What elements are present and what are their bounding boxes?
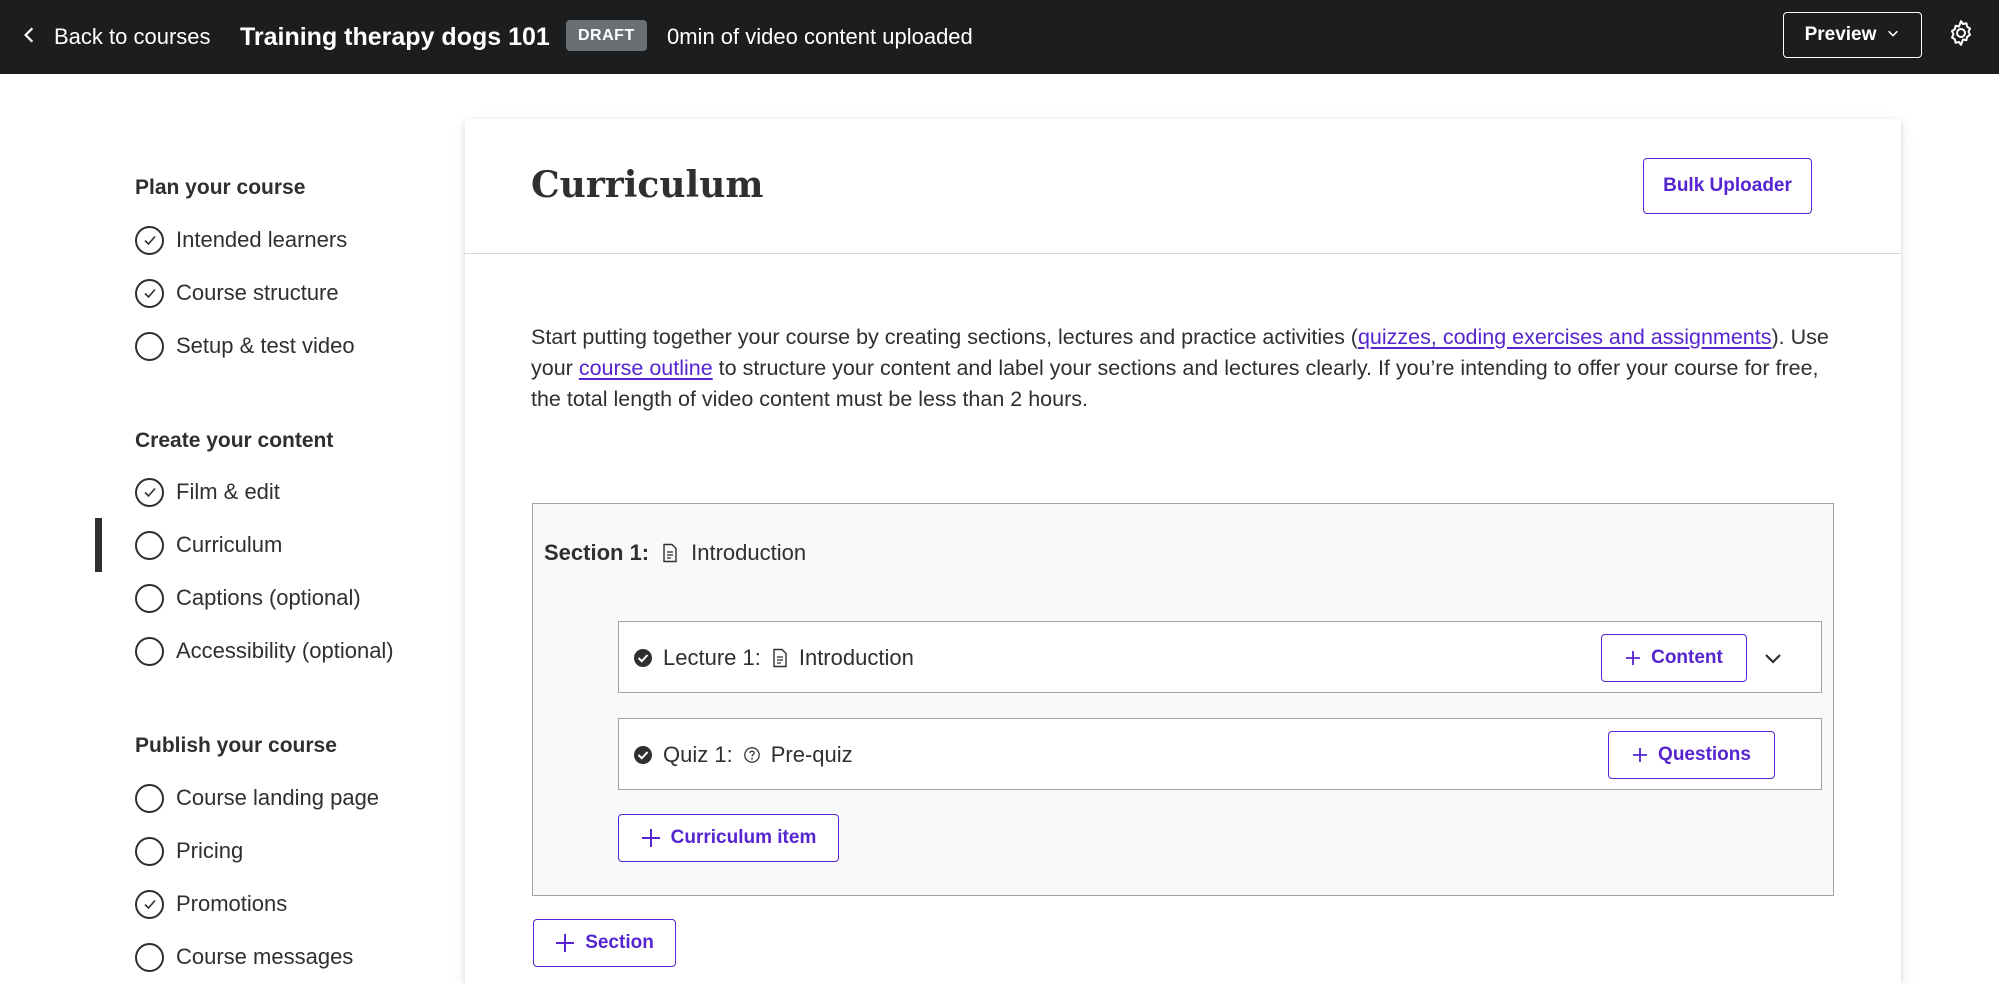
- sidebar-heading-publish: Publish your course: [135, 734, 337, 757]
- sidebar-item-label: Setup & test video: [176, 333, 355, 358]
- sidebar: Plan your course Intended learners Cours…: [0, 74, 460, 983]
- quiz-prefix: Quiz 1:: [663, 742, 733, 767]
- quizzes-link[interactable]: quizzes, coding exercises and assignment…: [1358, 325, 1772, 349]
- sidebar-item-course-structure[interactable]: Course structure: [135, 277, 339, 309]
- gear-icon[interactable]: [1946, 18, 1976, 48]
- empty-circle-icon: [135, 331, 164, 361]
- check-filled-icon: [634, 746, 652, 764]
- sidebar-item-label: Captions (optional): [176, 585, 361, 610]
- course-outline-link[interactable]: course outline: [579, 356, 713, 380]
- sidebar-item-label: Promotions: [176, 891, 288, 916]
- sidebar-item-landing-page[interactable]: Course landing page: [135, 782, 379, 814]
- course-title: Training therapy dogs 101: [240, 23, 550, 51]
- add-section-button[interactable]: Section: [533, 919, 676, 967]
- chevron-left-icon: [20, 24, 38, 50]
- empty-circle-icon: [135, 583, 164, 613]
- lecture-prefix: Lecture 1:: [663, 645, 761, 670]
- preview-button[interactable]: Preview: [1783, 12, 1922, 58]
- intro-text: Start putting together your course by cr…: [531, 322, 1831, 415]
- plus-icon: [556, 934, 575, 952]
- plus-icon: [1633, 748, 1648, 762]
- plus-icon: [641, 829, 660, 847]
- empty-circle-icon: [135, 836, 164, 866]
- check-circle-icon: [135, 889, 164, 919]
- sidebar-item-captions[interactable]: Captions (optional): [135, 582, 361, 614]
- intro-part3: to structure your content and label your…: [531, 356, 1819, 411]
- content-label: Content: [1651, 647, 1723, 668]
- lecture-label: Lecture 1: Introduction: [633, 642, 914, 674]
- quiz-row[interactable]: Quiz 1: Pre-quiz Questions: [618, 718, 1822, 790]
- chevron-down-icon[interactable]: [1761, 646, 1785, 670]
- sidebar-item-accessibility[interactable]: Accessibility (optional): [135, 635, 394, 667]
- lecture-row[interactable]: Lecture 1: Introduction Content: [618, 621, 1822, 693]
- sidebar-item-film-edit[interactable]: Film & edit: [135, 476, 280, 508]
- section-1: Section 1: Introduction Lecture 1: Intro…: [532, 503, 1834, 896]
- page-title: Curriculum: [531, 164, 764, 206]
- section-name: Introduction: [691, 540, 807, 565]
- empty-circle-icon: [135, 783, 164, 813]
- sidebar-item-label: Course messages: [176, 944, 354, 969]
- add-curriculum-item-button[interactable]: Curriculum item: [618, 814, 839, 862]
- sidebar-item-pricing[interactable]: Pricing: [135, 835, 243, 867]
- quiz-label: Quiz 1: Pre-quiz: [633, 739, 853, 771]
- sidebar-item-label: Pricing: [176, 838, 244, 863]
- sidebar-heading-plan: Plan your course: [135, 176, 306, 199]
- upload-status: 0min of video content uploaded: [667, 24, 973, 49]
- section-label: Section: [585, 932, 654, 953]
- back-label: Back to courses: [54, 24, 211, 49]
- empty-circle-icon: [135, 530, 164, 560]
- add-content-button[interactable]: Content: [1601, 634, 1747, 682]
- check-circle-icon: [135, 225, 164, 255]
- curriculum-item-label: Curriculum item: [670, 827, 817, 848]
- active-indicator: [95, 518, 102, 572]
- add-questions-button[interactable]: Questions: [1608, 731, 1775, 779]
- document-icon: [663, 543, 677, 563]
- lecture-title: Introduction: [798, 645, 914, 670]
- plus-icon: [1626, 651, 1641, 665]
- check-filled-icon: [634, 649, 652, 667]
- sidebar-item-label: Curriculum: [176, 532, 283, 557]
- preview-label: Preview: [1804, 24, 1877, 45]
- bulk-uploader-button[interactable]: Bulk Uploader: [1643, 158, 1812, 214]
- status-badge: DRAFT: [566, 20, 647, 51]
- sidebar-item-label: Intended learners: [176, 227, 348, 252]
- sidebar-heading-create: Create your content: [135, 429, 334, 452]
- sidebar-item-curriculum[interactable]: Curriculum: [135, 529, 282, 561]
- chevron-down-icon: [1886, 24, 1900, 46]
- quiz-title: Pre-quiz: [770, 742, 853, 767]
- sidebar-item-promotions[interactable]: Promotions: [135, 888, 287, 920]
- check-circle-icon: [135, 278, 164, 308]
- section-title[interactable]: Section 1: Introduction: [544, 537, 806, 569]
- curriculum-card: Curriculum Bulk Uploader Start putting t…: [465, 119, 1901, 983]
- sidebar-item-setup-test-video[interactable]: Setup & test video: [135, 330, 355, 362]
- empty-circle-icon: [135, 636, 164, 666]
- sidebar-item-label: Accessibility (optional): [176, 638, 394, 663]
- sidebar-item-intended-learners[interactable]: Intended learners: [135, 224, 347, 256]
- empty-circle-icon: [135, 942, 164, 972]
- intro-part1: Start putting together your course by cr…: [531, 325, 1358, 349]
- top-bar: Back to courses Training therapy dogs 10…: [0, 0, 1999, 74]
- check-circle-icon: [135, 477, 164, 507]
- document-icon: [773, 648, 787, 668]
- section-prefix: Section 1:: [544, 540, 650, 565]
- sidebar-item-label: Course structure: [176, 280, 339, 305]
- sidebar-item-label: Film & edit: [176, 479, 280, 504]
- question-circle-icon: [743, 747, 760, 763]
- card-header: Curriculum Bulk Uploader: [465, 119, 1901, 254]
- back-to-courses-link[interactable]: Back to courses: [20, 20, 211, 54]
- sidebar-item-label: Course landing page: [176, 785, 380, 810]
- questions-label: Questions: [1658, 744, 1751, 765]
- sidebar-item-course-messages[interactable]: Course messages: [135, 941, 353, 973]
